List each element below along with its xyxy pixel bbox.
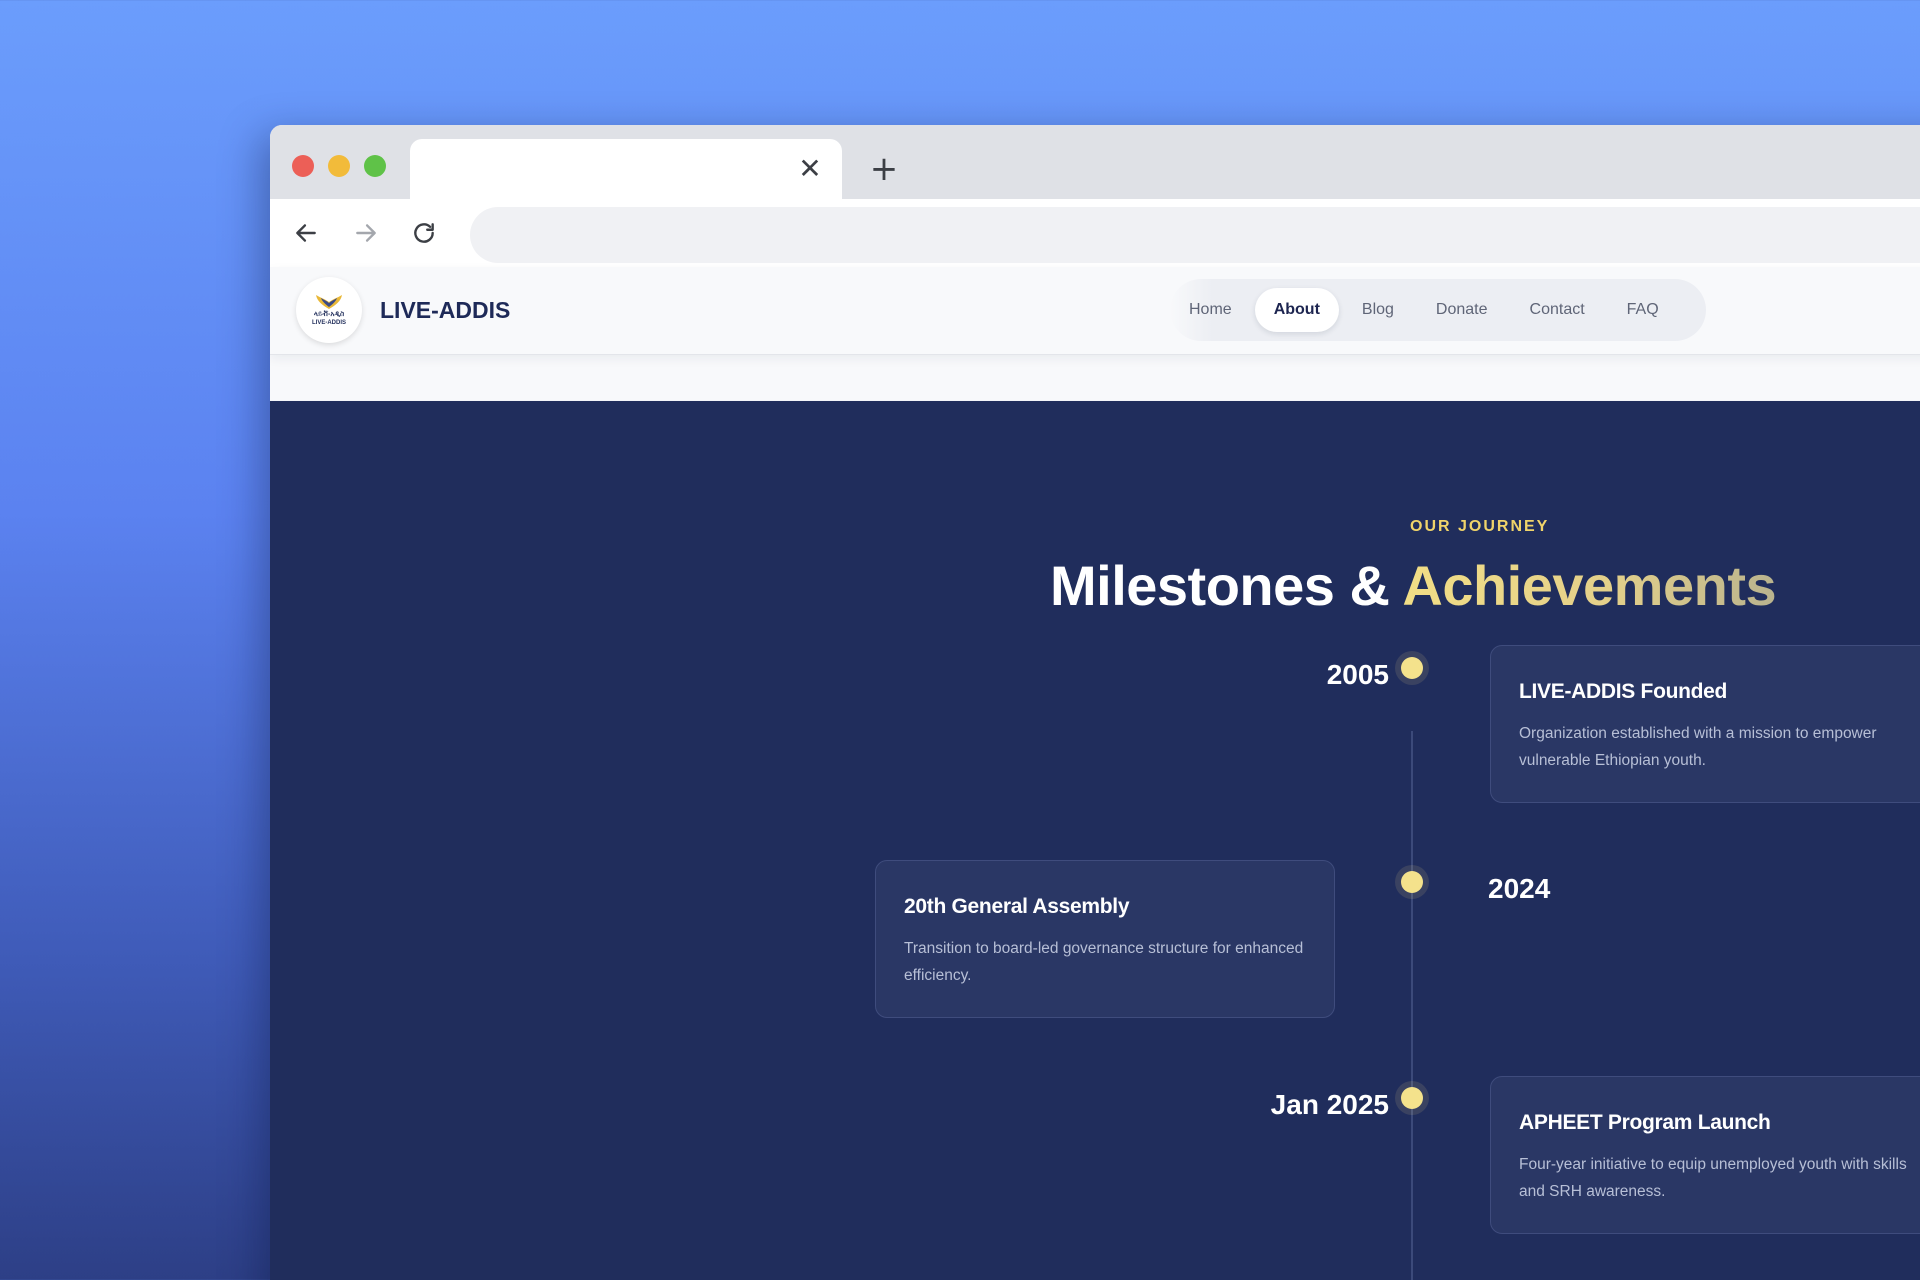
nav-contact[interactable]: Contact xyxy=(1511,288,1604,332)
nav-donate[interactable]: Donate xyxy=(1417,288,1507,332)
milestone-card: 20th General Assembly Transition to boar… xyxy=(875,860,1335,1018)
maximize-window-button[interactable] xyxy=(364,155,386,177)
back-arrow-icon[interactable] xyxy=(288,215,324,251)
close-window-button[interactable] xyxy=(292,155,314,177)
webpage: ላይቭ-አዲስ LIVE-ADDIS LIVE-ADDIS Home About… xyxy=(270,267,1920,1280)
main-nav: Home About Blog Donate Contact FAQ xyxy=(1170,279,1706,341)
milestone-title: 20th General Assembly xyxy=(904,895,1130,918)
milestone-year: Jan 2025 xyxy=(1270,1089,1389,1120)
nav-home[interactable]: Home xyxy=(1170,288,1251,332)
nav-faq[interactable]: FAQ xyxy=(1608,288,1678,332)
brand-name[interactable]: LIVE-ADDIS xyxy=(380,297,510,324)
milestone-card: LIVE-ADDIS Founded Organization establis… xyxy=(1490,645,1920,803)
header-spacer xyxy=(270,355,1920,400)
window-controls xyxy=(292,155,386,177)
timeline-dot xyxy=(1401,871,1423,893)
browser-window: ✕ + ላይቭ-አዲስ LIVE-ADDIS LIVE-ADDIS Home A… xyxy=(270,125,1920,1280)
milestone-description: Four-year initiative to equip unemployed… xyxy=(1519,1156,1907,1200)
address-bar[interactable] xyxy=(470,207,1920,263)
milestone-title: LIVE-ADDIS Founded xyxy=(1519,680,1728,703)
milestone-year: 2005 xyxy=(1326,659,1389,690)
milestone-description: Transition to board-led governance struc… xyxy=(904,940,1304,984)
tab-strip: ✕ + xyxy=(270,125,1920,201)
minimize-window-button[interactable] xyxy=(328,155,350,177)
timeline-dot xyxy=(1401,657,1423,679)
site-header: ላይቭ-አዲስ LIVE-ADDIS LIVE-ADDIS Home About… xyxy=(270,267,1920,355)
section-title: Milestones & Achievements xyxy=(1050,553,1777,618)
nav-blog[interactable]: Blog xyxy=(1343,288,1413,332)
close-icon[interactable]: ✕ xyxy=(796,155,824,183)
section-eyebrow: OUR JOURNEY xyxy=(1410,518,1550,535)
section-title-main: Milestones & xyxy=(1050,554,1403,617)
logo-subtext: LIVE-ADDIS xyxy=(311,320,346,326)
milestone-title: APHEET Program Launch xyxy=(1519,1111,1771,1134)
milestone-card: APHEET Program Launch Four-year initiati… xyxy=(1490,1076,1920,1234)
timeline-dot xyxy=(1401,1087,1423,1109)
logo-emblem-icon xyxy=(316,295,342,309)
section-title-accent: Achievements xyxy=(1402,554,1777,617)
timeline-line xyxy=(1411,731,1413,1280)
logo[interactable]: ላይቭ-አዲስ LIVE-ADDIS xyxy=(296,277,362,343)
milestone-year: 2024 xyxy=(1488,873,1551,904)
reload-icon[interactable] xyxy=(406,215,442,251)
nav-about[interactable]: About xyxy=(1254,288,1339,332)
milestones-section: OUR JOURNEY Milestones & Achievements 20… xyxy=(270,401,1920,1280)
browser-toolbar xyxy=(270,199,1920,267)
milestone-description: Organization established with a mission … xyxy=(1519,725,1877,769)
forward-arrow-icon[interactable] xyxy=(348,215,384,251)
browser-tab[interactable]: ✕ xyxy=(410,139,842,201)
logo-text: ላይቭ-አዲስ xyxy=(313,311,345,318)
plus-icon[interactable]: + xyxy=(866,151,902,187)
